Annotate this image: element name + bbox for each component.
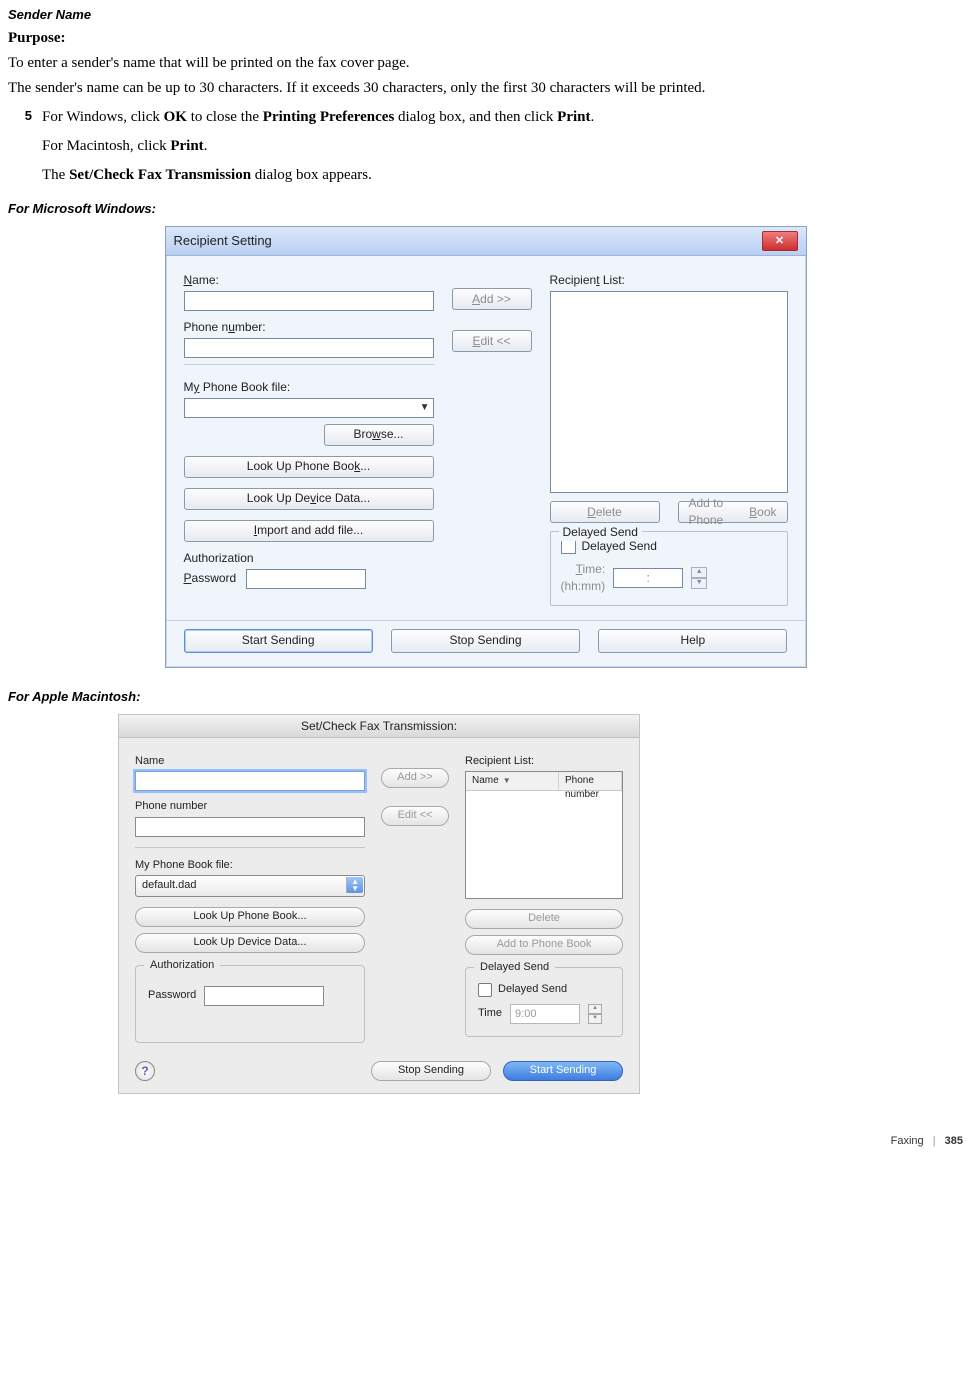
mac-password-input[interactable] [204, 986, 324, 1006]
mac-delayed-send-checkbox[interactable]: Delayed Send [478, 982, 610, 997]
footer-separator: | [933, 1135, 936, 1147]
mac-delete-button[interactable]: Delete [465, 909, 623, 929]
mac-time-input[interactable]: 9:00 [510, 1004, 580, 1024]
phonebook-file-label: My Phone Book file: [184, 379, 434, 396]
mac-authorization-group: Authorization Password [135, 965, 365, 1043]
step5-windows-line: For Windows, click OK to close the Print… [42, 107, 963, 128]
mac-start-sending-button[interactable]: Start Sending [503, 1061, 623, 1081]
mac-dialog: Set/Check Fax Transmission: Name Phone n… [118, 714, 640, 1094]
phone-input[interactable] [184, 338, 434, 358]
col-name-header[interactable]: Name▼ [466, 772, 559, 790]
phonebook-file-combo[interactable]: ▼ [184, 398, 434, 418]
add-recipient-button[interactable]: Add >> [452, 288, 532, 310]
mac-delayed-send-group: Delayed Send Delayed Send Time 9:00 ▲▼ [465, 967, 623, 1036]
purpose-text: To enter a sender's name that will be pr… [8, 53, 963, 74]
mac-phone-label: Phone number [135, 799, 365, 814]
add-to-phonebook-button[interactable]: Add to Phone Book [678, 501, 788, 523]
windows-dialog: Recipient Setting ✕ Name: Phone number: … [165, 226, 807, 667]
popup-arrows-icon: ▲▼ [351, 878, 359, 892]
delayed-send-legend: Delayed Send [559, 524, 642, 541]
time-input[interactable] [613, 568, 683, 588]
chevron-down-icon: ▼ [420, 401, 430, 415]
phone-label: Phone number: [184, 319, 434, 336]
mac-time-spinner[interactable]: ▲▼ [588, 1004, 602, 1024]
mac-delayed-send-legend: Delayed Send [474, 960, 555, 975]
stop-sending-button[interactable]: Stop Sending [391, 629, 580, 653]
import-add-file-button[interactable]: Import and add file... [184, 520, 434, 542]
step5-result-line: The Set/Check Fax Transmission dialog bo… [42, 165, 963, 186]
time-spinner[interactable]: ▲▼ [691, 567, 707, 589]
step-5: 5 For Windows, click OK to close the Pri… [8, 107, 963, 194]
lookup-phonebook-button[interactable]: Look Up Phone Book... [184, 456, 434, 478]
delete-button[interactable]: Delete [550, 501, 660, 523]
name-label: Name: [184, 272, 434, 289]
sort-caret-icon: ▼ [503, 776, 511, 785]
col-phone-header[interactable]: Phone number [559, 772, 622, 790]
mac-phonebook-file-value: default.dad [142, 879, 196, 891]
checkbox-icon [561, 539, 576, 554]
footer-page-number: 385 [945, 1135, 963, 1147]
mac-phone-input[interactable] [135, 817, 365, 837]
help-button[interactable]: Help [598, 629, 787, 653]
mac-list-header: Name▼ Phone number [466, 772, 622, 791]
checkbox-icon [478, 983, 492, 997]
heading-for-windows: For Microsoft Windows: [8, 200, 963, 218]
lookup-device-data-button[interactable]: Look Up Device Data... [184, 488, 434, 510]
mac-phonebook-file-label: My Phone Book file: [135, 858, 365, 873]
mac-time-label: Time [478, 1006, 502, 1021]
start-sending-button[interactable]: Start Sending [184, 629, 373, 653]
edit-recipient-button[interactable]: Edit << [452, 330, 532, 352]
heading-for-mac: For Apple Macintosh: [8, 688, 963, 706]
time-label: Time: [561, 561, 606, 578]
mac-phonebook-file-popup[interactable]: default.dad ▲▼ [135, 875, 365, 897]
step-number: 5 [8, 107, 32, 194]
mac-lookup-device-data-button[interactable]: Look Up Device Data... [135, 933, 365, 953]
step5-mac-line: For Macintosh, click Print. [42, 136, 963, 157]
mac-add-to-phonebook-button[interactable]: Add to Phone Book [465, 935, 623, 955]
limit-text: The sender's name can be up to 30 charac… [8, 78, 963, 99]
mac-window-title: Set/Check Fax Transmission: [119, 715, 639, 738]
mac-recipient-list-label: Recipient List: [465, 754, 623, 769]
mac-stop-sending-button[interactable]: Stop Sending [371, 1061, 491, 1081]
close-button[interactable]: ✕ [762, 231, 798, 251]
mac-password-label: Password [148, 988, 196, 1003]
heading-sender-name: Sender Name [8, 6, 963, 24]
recipient-list-label: Recipient List: [550, 272, 788, 289]
mac-authorization-legend: Authorization [144, 958, 220, 973]
mac-name-input[interactable] [135, 771, 365, 791]
delayed-send-group: Delayed Send Delayed Send Time: (hh:mm) … [550, 531, 788, 605]
password-input[interactable] [246, 569, 366, 589]
name-input[interactable] [184, 291, 434, 311]
authorization-label: Authorization [184, 550, 434, 567]
mac-add-recipient-button[interactable]: Add >> [381, 768, 449, 788]
password-label: Password [184, 570, 237, 587]
mac-lookup-phonebook-button[interactable]: Look Up Phone Book... [135, 907, 365, 927]
mac-recipient-list[interactable]: Name▼ Phone number [465, 771, 623, 899]
time-hint: (hh:mm) [561, 578, 606, 595]
recipient-list[interactable] [550, 291, 788, 493]
browse-button[interactable]: Browse... [324, 424, 434, 446]
mac-name-label: Name [135, 754, 365, 769]
purpose-label: Purpose: [8, 28, 963, 49]
mac-delayed-send-checkbox-label: Delayed Send [498, 982, 567, 997]
footer-section: Faxing [891, 1135, 924, 1147]
page-footer: Faxing | 385 [8, 1134, 963, 1149]
mac-edit-recipient-button[interactable]: Edit << [381, 806, 449, 826]
window-title: Recipient Setting [174, 227, 272, 255]
help-icon[interactable]: ? [135, 1061, 155, 1081]
window-titlebar: Recipient Setting ✕ [166, 227, 806, 256]
